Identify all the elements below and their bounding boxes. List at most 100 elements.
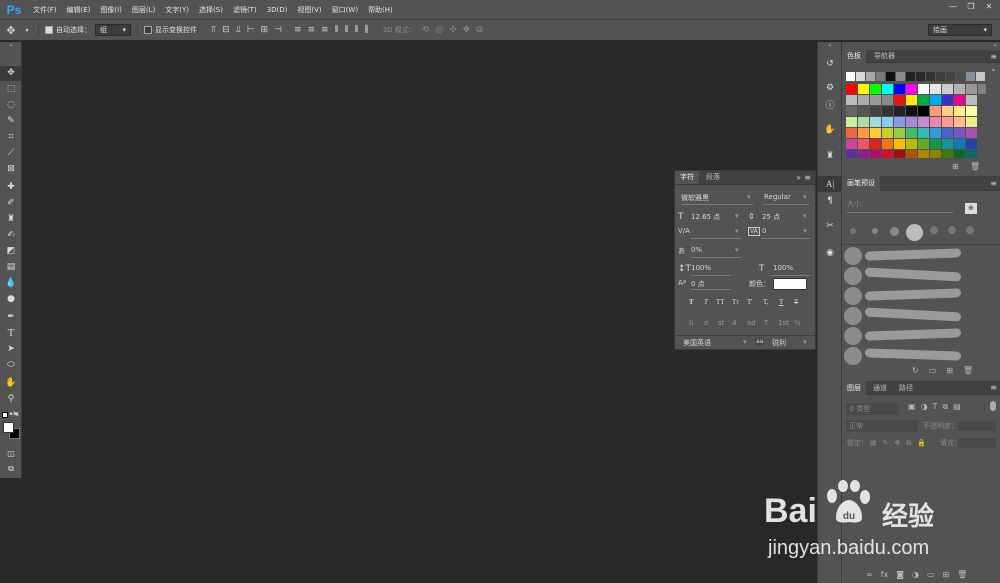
- distribute-bottom-icon[interactable]: ≡: [321, 25, 329, 35]
- language-dropdown[interactable]: 美国英语: [683, 338, 711, 348]
- strikethrough-button[interactable]: T: [794, 298, 798, 306]
- panel-collapse-icon[interactable]: «: [818, 42, 842, 49]
- swatches-scrollbar[interactable]: ▴: [992, 66, 998, 156]
- dodge-tool-icon[interactable]: ●: [0, 292, 22, 307]
- tab-paths[interactable]: 路径: [894, 381, 918, 395]
- color-swatch[interactable]: [954, 84, 965, 94]
- color-swatch[interactable]: [966, 139, 977, 149]
- color-swatch[interactable]: [942, 106, 953, 116]
- hand-tool-icon[interactable]: ✋: [0, 376, 22, 391]
- color-swatch[interactable]: [870, 139, 881, 149]
- crop-tool-icon[interactable]: ⌗: [0, 130, 22, 145]
- brush-preset-item[interactable]: [843, 346, 963, 365]
- type-tool-icon[interactable]: T: [0, 326, 22, 341]
- brush-tip[interactable]: [872, 228, 878, 234]
- color-swatch[interactable]: [946, 72, 955, 81]
- leading-field[interactable]: 25 点: [762, 212, 780, 222]
- lasso-tool-icon[interactable]: ◌: [0, 98, 22, 113]
- color-swatch[interactable]: [894, 117, 905, 127]
- brush-presets-icon[interactable]: ◉: [818, 245, 842, 261]
- menu-3d[interactable]: 3D(D): [262, 6, 293, 14]
- brush-tool-icon[interactable]: ✐: [0, 196, 22, 211]
- color-swatch[interactable]: [926, 72, 935, 81]
- color-swatch[interactable]: [846, 150, 857, 158]
- align-bottom-icon[interactable]: ⫫: [236, 25, 241, 35]
- vertical-scale-field[interactable]: 100%: [691, 264, 711, 272]
- color-swatch[interactable]: [870, 95, 881, 105]
- move-tool-icon[interactable]: ✥: [0, 66, 22, 81]
- color-swatch[interactable]: [846, 106, 857, 116]
- color-swatch[interactable]: [976, 72, 985, 81]
- color-swatch[interactable]: [894, 150, 905, 158]
- color-swatch[interactable]: [894, 84, 905, 94]
- color-swatch[interactable]: [942, 128, 953, 138]
- font-style-dropdown[interactable]: Regular: [764, 193, 791, 201]
- brush-preset-item[interactable]: [843, 246, 963, 265]
- color-swatch[interactable]: [906, 117, 917, 127]
- faux-italic-button[interactable]: T: [704, 298, 708, 306]
- color-swatch[interactable]: [954, 139, 965, 149]
- color-swatch[interactable]: [918, 95, 929, 105]
- baseline-shift-field[interactable]: 0 点: [691, 279, 705, 289]
- blend-mode-dropdown[interactable]: 正常: [846, 420, 918, 432]
- color-swatch[interactable]: [846, 117, 857, 127]
- color-swatch[interactable]: [894, 106, 905, 116]
- marquee-tool-icon[interactable]: ⬚: [0, 82, 22, 97]
- color-swatch[interactable]: [916, 72, 925, 81]
- auto-select-checkbox[interactable]: 自动选择：: [45, 25, 91, 35]
- quick-mask-icon[interactable]: ◫: [0, 446, 22, 461]
- color-swatch[interactable]: [966, 106, 977, 116]
- stylistic-alternates-button[interactable]: ad: [747, 319, 756, 327]
- healing-brush-tool-icon[interactable]: ✚: [0, 180, 22, 195]
- color-swatch[interactable]: [930, 84, 941, 94]
- color-swatch[interactable]: [882, 95, 893, 105]
- collapse-icon[interactable]: »: [796, 171, 801, 184]
- tracking-field[interactable]: 0: [762, 227, 766, 235]
- new-brush-icon[interactable]: ⊕: [965, 203, 977, 214]
- fractions-button[interactable]: ½: [794, 319, 801, 327]
- distribute-top-icon[interactable]: ≡: [294, 25, 302, 35]
- filter-toggle-icon[interactable]: [990, 401, 996, 411]
- actions-icon[interactable]: ✋: [818, 122, 842, 138]
- filter-type-icon[interactable]: T: [933, 402, 938, 412]
- color-swatch[interactable]: [930, 117, 941, 127]
- color-swatch[interactable]: [966, 84, 977, 94]
- swash-button[interactable]: A: [732, 319, 737, 327]
- titling-button[interactable]: T: [764, 319, 768, 327]
- color-swatch[interactable]: [942, 84, 953, 94]
- color-swatch[interactable]: [846, 72, 855, 81]
- color-swatch[interactable]: [918, 150, 929, 158]
- menu-file[interactable]: 文件(F): [28, 5, 62, 15]
- color-swatch[interactable]: [894, 139, 905, 149]
- trash-icon[interactable]: 🗑: [963, 366, 973, 375]
- trash-icon[interactable]: 🗑: [970, 162, 980, 171]
- menu-edit[interactable]: 编辑(E): [62, 5, 96, 15]
- color-swatch[interactable]: [846, 95, 857, 105]
- screen-mode-icon[interactable]: ⧉: [0, 461, 22, 476]
- brush-preset-item[interactable]: [843, 286, 963, 305]
- color-swatch[interactable]: [918, 117, 929, 127]
- restore-button[interactable]: ❐: [962, 0, 980, 13]
- size-slider[interactable]: [847, 212, 953, 213]
- color-swatch[interactable]: [930, 128, 941, 138]
- font-family-dropdown[interactable]: 微软雅黑: [681, 193, 709, 203]
- brush-preset-item[interactable]: [843, 266, 963, 285]
- color-swatch[interactable]: [966, 128, 977, 138]
- default-colors-icon[interactable]: [2, 412, 8, 418]
- color-swatch[interactable]: [870, 117, 881, 127]
- panel-menu-icon[interactable]: ≡: [990, 381, 997, 395]
- foreground-color-swatch[interactable]: [3, 422, 14, 433]
- color-swatch[interactable]: [918, 139, 929, 149]
- tsume-field[interactable]: 0%: [691, 246, 702, 254]
- old-style-button[interactable]: ơ: [704, 319, 708, 327]
- color-swatch[interactable]: [954, 95, 965, 105]
- color-swatch[interactable]: [858, 150, 869, 158]
- brush-tip[interactable]: [930, 226, 938, 234]
- distribute-vcenter-icon[interactable]: ≡: [307, 25, 315, 35]
- faux-bold-button[interactable]: T: [689, 298, 694, 306]
- color-swatch[interactable]: [858, 95, 869, 105]
- color-swatch[interactable]: [882, 150, 893, 158]
- lock-transparency-icon[interactable]: ▦: [870, 437, 877, 449]
- info-icon[interactable]: ⓘ: [818, 98, 842, 114]
- color-swatch[interactable]: [978, 84, 986, 94]
